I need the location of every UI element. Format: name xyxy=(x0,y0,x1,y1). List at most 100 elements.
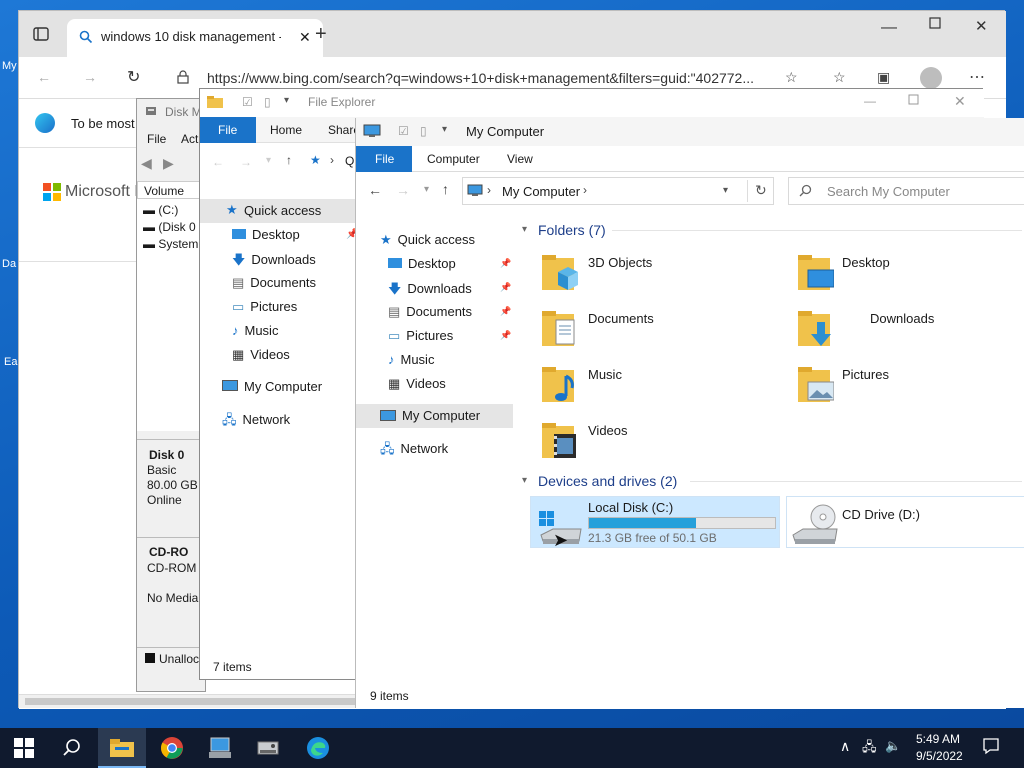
close-icon[interactable]: ✕ xyxy=(954,93,966,110)
back-icon[interactable]: ← xyxy=(212,155,224,169)
nav-videos[interactable]: ▦ Videos xyxy=(232,347,290,363)
nav-my-computer[interactable]: My Computer xyxy=(222,379,322,394)
folder-item[interactable]: Music xyxy=(540,362,790,410)
new-folder-icon[interactable]: ▯ xyxy=(264,95,271,109)
search-input[interactable]: Search My Computer xyxy=(788,177,1024,205)
nav-documents[interactable]: ▤ Documents xyxy=(232,275,316,291)
nav-quick-access[interactable]: ★ Quick access xyxy=(380,232,475,248)
chevron-right-icon[interactable]: › xyxy=(583,183,587,197)
close-tab-icon[interactable]: ✕ xyxy=(299,29,311,46)
favorites-icon[interactable]: ☆ xyxy=(833,69,846,86)
volume-row[interactable]: ▬ (Disk 0 xyxy=(143,220,196,234)
browser-tab[interactable]: windows 10 disk management - ✕ xyxy=(67,19,323,57)
network-tray-icon[interactable]: 🖧 xyxy=(862,738,877,760)
tab-actions-icon[interactable] xyxy=(33,27,49,44)
volume-icon[interactable]: 🔈 xyxy=(885,738,901,754)
back-icon[interactable]: ← xyxy=(368,182,382,198)
desktop-icon-label[interactable]: My xyxy=(2,60,17,72)
devices-header[interactable]: Devices and drives (2) xyxy=(538,473,677,489)
recent-locations-icon[interactable]: ▾ xyxy=(424,184,429,195)
up-icon[interactable]: ↑ xyxy=(286,153,292,167)
nav-music[interactable]: ♪ Music xyxy=(232,323,278,338)
more-options-icon[interactable]: ⋯ xyxy=(969,67,985,87)
pin-icon[interactable]: 📌 xyxy=(500,258,511,269)
customize-icon[interactable]: ▾ xyxy=(284,95,289,106)
maximize-icon[interactable] xyxy=(929,17,941,32)
tab-home[interactable]: Home xyxy=(270,123,302,137)
nav-network[interactable]: 🖧 Network xyxy=(380,440,448,462)
nav-downloads[interactable]: 🡇 Downloads xyxy=(388,280,472,302)
new-folder-icon[interactable]: ▯ xyxy=(420,124,427,138)
nav-music[interactable]: ♪ Music xyxy=(388,352,434,367)
chevron-down-icon[interactable]: ▾ xyxy=(723,185,728,196)
new-tab-icon[interactable]: + xyxy=(315,23,327,46)
minimize-icon[interactable]: — xyxy=(864,94,876,108)
nav-desktop[interactable]: Desktop xyxy=(388,256,456,271)
pin-icon[interactable]: 📌 xyxy=(500,330,511,341)
clock-date[interactable]: 9/5/2022 xyxy=(916,749,963,763)
search-icon[interactable] xyxy=(62,736,88,760)
menu-file[interactable]: File xyxy=(147,132,166,146)
add-favorite-icon[interactable]: ☆ xyxy=(785,69,798,86)
folder-item[interactable]: Downloads xyxy=(796,306,1016,354)
nav-videos[interactable]: ▦ Videos xyxy=(388,376,446,392)
back-icon[interactable]: ◀ xyxy=(141,155,152,172)
clock-time[interactable]: 5:49 AM xyxy=(916,732,960,746)
breadcrumb[interactable]: Q xyxy=(345,154,354,168)
tab-computer[interactable]: Computer xyxy=(427,152,480,166)
collections-icon[interactable]: ▣ xyxy=(877,69,890,86)
refresh-icon[interactable]: ↻ xyxy=(755,182,767,199)
folder-item[interactable]: Videos xyxy=(540,418,790,466)
nav-pictures[interactable]: ▭ Pictures xyxy=(232,299,297,315)
tab-file[interactable]: File xyxy=(200,117,256,143)
drive-item-d[interactable]: CD Drive (D:) xyxy=(786,496,1024,548)
notifications-icon[interactable] xyxy=(982,737,1000,758)
folder-item[interactable]: Pictures xyxy=(796,362,1016,410)
properties-icon[interactable]: ☑ xyxy=(242,95,253,109)
collapse-chevron-icon[interactable]: ▾ xyxy=(522,475,527,486)
edge-icon[interactable] xyxy=(306,736,332,760)
volume-row[interactable]: ▬ System xyxy=(143,237,198,251)
collapse-chevron-icon[interactable]: ▾ xyxy=(522,224,527,235)
pin-icon[interactable]: 📌 xyxy=(500,282,511,293)
forward-icon[interactable]: → xyxy=(83,69,97,85)
profile-avatar[interactable] xyxy=(920,67,942,89)
recent-icon[interactable]: ▾ xyxy=(266,155,271,166)
nav-network[interactable]: 🖧 Network xyxy=(222,411,290,433)
menu-action[interactable]: Act xyxy=(181,132,198,146)
close-window-icon[interactable]: ✕ xyxy=(975,17,988,35)
desktop-icon-label[interactable]: Ea xyxy=(4,356,17,368)
show-hidden-icons-icon[interactable]: ∧ xyxy=(840,738,850,755)
nav-downloads[interactable]: 🡇 Downloads xyxy=(232,251,316,273)
pin-icon[interactable]: 📌 xyxy=(500,306,511,317)
folders-header[interactable]: Folders (7) xyxy=(538,222,606,238)
nav-pictures[interactable]: ▭ Pictures xyxy=(388,328,453,344)
disk0-panel[interactable]: Disk 0 Basic 80.00 GB Online xyxy=(137,439,207,533)
chrome-icon[interactable] xyxy=(160,736,186,760)
tab-file[interactable]: File xyxy=(356,146,412,172)
back-icon[interactable]: ← xyxy=(37,69,51,85)
nav-documents[interactable]: ▤ Documents xyxy=(388,304,472,320)
refresh-icon[interactable]: ↻ xyxy=(127,67,140,87)
taskbar-file-explorer[interactable] xyxy=(98,728,146,768)
nav-quick-access[interactable]: ★ Quick access xyxy=(200,199,356,223)
folder-item[interactable]: 3D Objects xyxy=(540,250,790,298)
up-icon[interactable]: ↑ xyxy=(442,181,449,197)
disk-management-icon[interactable] xyxy=(256,736,282,760)
minimize-icon[interactable]: — xyxy=(881,19,897,37)
start-windows-icon[interactable] xyxy=(14,736,40,760)
forward-icon[interactable]: → xyxy=(240,155,252,169)
computer-management-icon[interactable] xyxy=(208,736,234,760)
volume-row[interactable]: ▬ (C:) xyxy=(143,203,178,217)
maximize-icon[interactable] xyxy=(908,94,919,108)
customize-icon[interactable]: ▾ xyxy=(442,124,447,135)
folder-item[interactable]: Desktop xyxy=(796,250,1016,298)
nav-desktop[interactable]: Desktop xyxy=(232,227,300,242)
desktop-icon-label[interactable]: Da xyxy=(2,258,16,270)
folder-item[interactable]: Documents xyxy=(540,306,790,354)
nav-my-computer[interactable]: My Computer xyxy=(356,404,513,428)
tab-view[interactable]: View xyxy=(507,152,533,166)
scrollbar-thumb[interactable] xyxy=(25,698,355,705)
volume-column-header[interactable]: Volume xyxy=(137,181,207,199)
forward-icon[interactable]: ▶ xyxy=(163,155,174,172)
